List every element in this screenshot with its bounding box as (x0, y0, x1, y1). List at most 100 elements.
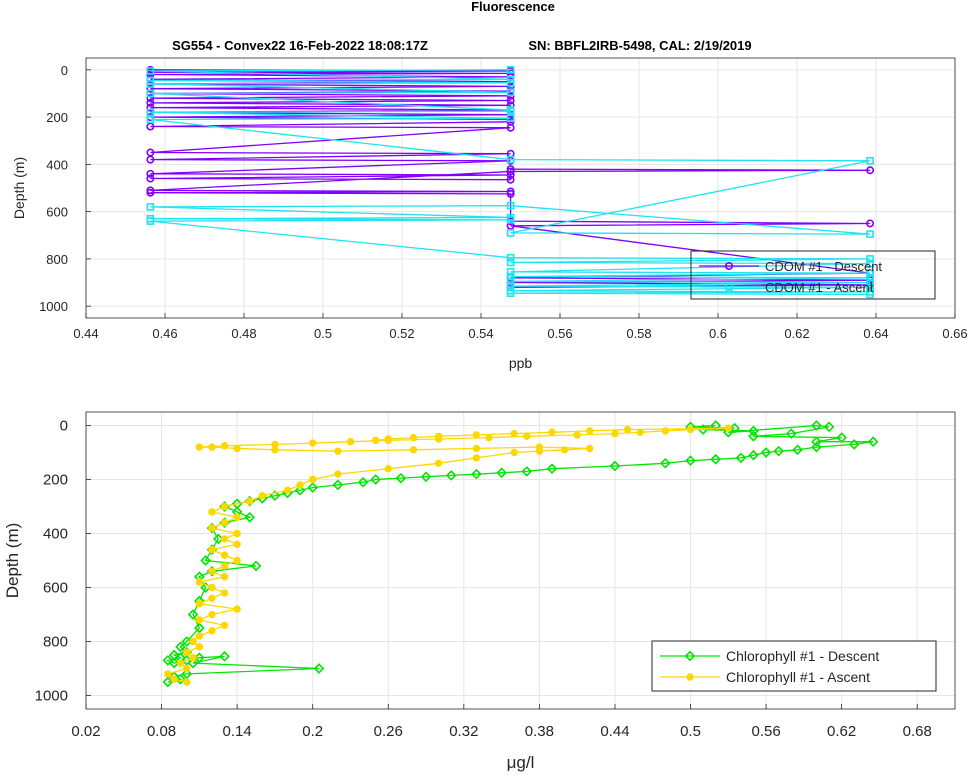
data-point (208, 594, 216, 602)
x-tick-label: 0.68 (903, 723, 932, 740)
legend-label: CDOM #1 - Descent (765, 259, 882, 274)
data-point (195, 600, 204, 608)
x-tick-label: 0.56 (751, 723, 780, 740)
data-point (308, 475, 317, 484)
data-point (220, 519, 229, 527)
data-point (258, 492, 267, 500)
y-axis-label: Depth (m) (11, 157, 27, 219)
y-tick-label: 200 (43, 472, 68, 489)
data-point (170, 675, 178, 683)
data-point (308, 439, 317, 447)
data-point (560, 446, 569, 454)
data-point (220, 535, 229, 543)
x-tick-label: 0.56 (547, 326, 572, 341)
x-tick-label: 0.46 (152, 326, 177, 341)
cdom-chart: 0.44 0.46 0.48 0.5 0.52 0.54 0.56 0.58 0.6 0.62 0.… (11, 57, 968, 371)
data-point (233, 513, 241, 521)
data-point (189, 637, 197, 646)
data-point (220, 442, 229, 450)
data-point (189, 654, 197, 662)
legend-label: CDOM #1 - Ascent (765, 280, 874, 295)
data-point (384, 435, 392, 443)
x-tick-label: 0.32 (449, 723, 478, 740)
data-point (176, 659, 185, 667)
x-tick-label: 0.14 (223, 723, 252, 740)
data-point (208, 583, 216, 592)
y-tick-label: 800 (43, 634, 68, 651)
chlorophyll-chart: 0.02 0.08 0.14 0.2 0.26 0.32 0.38 0.44 0.5 0.56 0.… (3, 411, 956, 772)
legend-label: Chlorophyll #1 - Ascent (726, 669, 870, 685)
x-tick-label: 0.08 (147, 723, 176, 740)
data-point (371, 436, 380, 445)
data-point (220, 562, 229, 570)
y-tick-label: 200 (46, 110, 68, 125)
x-tick-label: 0.52 (389, 326, 414, 341)
y-tick-label: 0 (60, 418, 68, 435)
data-point (586, 444, 594, 453)
y-tick-label: 800 (46, 252, 68, 267)
data-point (724, 424, 733, 432)
data-point (183, 678, 191, 686)
data-point (208, 508, 216, 516)
data-point (346, 438, 355, 446)
data-point (686, 425, 695, 434)
figure-title: Fluorescence (471, 0, 555, 14)
data-point (472, 454, 481, 462)
data-point (472, 431, 481, 439)
x-tick-label: 0.02 (71, 723, 100, 740)
legend-label: Chlorophyll #1 - Descent (726, 648, 879, 664)
data-point (233, 444, 241, 453)
x-tick-label: 0.62 (827, 723, 856, 740)
data-point (472, 444, 481, 453)
y-tick-label: 400 (46, 157, 68, 172)
data-point (208, 610, 216, 619)
data-point (334, 470, 342, 478)
data-point (548, 428, 556, 436)
y-tick-label: 0 (61, 63, 68, 78)
x-tick-label: 0.2 (302, 723, 323, 740)
data-point (220, 589, 229, 597)
figure: Fluorescence SG554 - Convex22 16-Feb-202… (3, 0, 968, 772)
data-point (283, 486, 292, 494)
data-point (434, 432, 443, 440)
y-tick-label: 1000 (35, 688, 68, 705)
data-point (220, 621, 229, 629)
x-tick-label: 0.44 (600, 723, 629, 740)
x-tick-label: 0.44 (73, 326, 98, 341)
x-tick-label: 0.5 (314, 326, 332, 341)
x-tick-label: 0.6 (709, 326, 727, 341)
data-point (409, 433, 418, 442)
data-point (183, 648, 191, 656)
data-point (586, 427, 594, 435)
x-tick-label: 0.58 (626, 326, 651, 341)
data-point (220, 551, 229, 559)
data-point (208, 546, 216, 554)
x-tick-label: 0.64 (863, 326, 888, 341)
data-point (195, 443, 204, 451)
data-point (661, 427, 670, 435)
data-point (510, 429, 518, 438)
data-point (195, 643, 204, 651)
data-point (208, 443, 216, 451)
x-tick-label: 0.26 (374, 723, 403, 740)
y-tick-label: 600 (46, 205, 68, 220)
data-point (208, 567, 216, 575)
data-point (623, 425, 632, 434)
y-tick-label: 1000 (39, 299, 68, 314)
data-point (183, 664, 191, 673)
x-axis-label: μg/l (507, 753, 535, 772)
data-point (208, 524, 216, 532)
figure-subtitle-right: SN: BBFL2IRB-5498, CAL: 2/19/2019 (528, 38, 751, 53)
data-point (434, 459, 443, 467)
data-point (195, 578, 204, 586)
data-point (208, 627, 216, 635)
data-point (611, 429, 619, 438)
data-point (164, 670, 172, 678)
x-tick-label: 0.66 (942, 326, 967, 341)
data-point (510, 448, 518, 457)
data-point (485, 433, 493, 442)
data-point (523, 432, 531, 440)
y-tick-label: 600 (43, 580, 68, 597)
data-point (195, 632, 204, 640)
data-point (220, 502, 229, 511)
